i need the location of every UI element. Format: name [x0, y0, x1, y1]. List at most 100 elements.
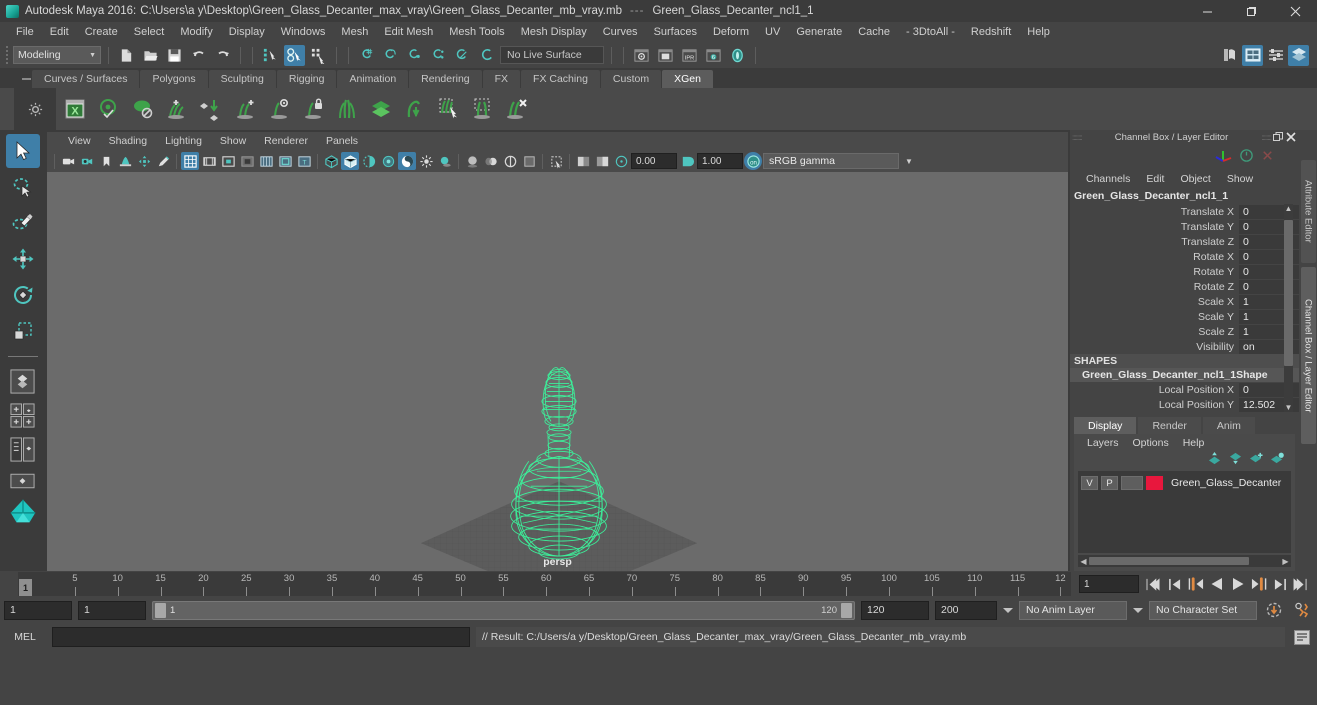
xgen-part-icon[interactable] [332, 94, 362, 124]
channel-row-translate-z[interactable]: Translate Z0 [1070, 234, 1299, 249]
menu-deform[interactable]: Deform [705, 24, 757, 40]
channel-box-menu-object[interactable]: Object [1172, 172, 1218, 186]
grease-pencil-icon[interactable] [154, 152, 172, 170]
go-to-start-icon[interactable] [1145, 575, 1162, 593]
menu-mesh-display[interactable]: Mesh Display [513, 24, 595, 40]
xray-panel-toggle-icon[interactable] [574, 152, 592, 170]
viewport-menu-panels[interactable]: Panels [317, 134, 367, 148]
outliner-persp-layout-icon[interactable] [7, 433, 39, 465]
menu-redshift[interactable]: Redshift [963, 24, 1019, 40]
scroll-down-arrow-icon[interactable]: ▼ [1284, 403, 1293, 412]
move-tool[interactable] [6, 242, 40, 276]
channel-row-local-position-y[interactable]: Local Position Y 12.502 [1070, 397, 1299, 412]
xgen-lock-icon[interactable] [298, 94, 328, 124]
xgen-preview-icon[interactable] [94, 94, 124, 124]
perspective-viewport[interactable]: y x z persp [47, 172, 1068, 571]
close-panel-icon[interactable] [1284, 131, 1297, 144]
channel-box-menu-edit[interactable]: Edit [1138, 172, 1172, 186]
range-start-handle[interactable] [155, 602, 166, 618]
live-surface-field[interactable]: No Live Surface [500, 46, 604, 64]
xgen-add-density-icon[interactable] [230, 94, 260, 124]
grid-toggle-icon[interactable] [181, 152, 199, 170]
menu-edit[interactable]: Edit [42, 24, 77, 40]
scroll-up-arrow-icon[interactable]: ▲ [1284, 204, 1293, 213]
color-management-icon[interactable]: on [744, 152, 762, 170]
safe-title-icon[interactable]: T [295, 152, 313, 170]
menu-windows[interactable]: Windows [273, 24, 334, 40]
auto-keyframe-icon[interactable] [1263, 601, 1285, 619]
save-scene-icon[interactable] [164, 45, 185, 66]
menu-create[interactable]: Create [77, 24, 126, 40]
anim-layer-chevron-down-icon[interactable] [1003, 607, 1013, 613]
current-time-indicator[interactable]: 1 [19, 579, 32, 596]
undock-panel-icon[interactable] [1271, 131, 1284, 144]
use-all-lights-icon[interactable] [417, 152, 435, 170]
redo-icon[interactable] [212, 45, 233, 66]
snap-to-point-icon[interactable] [404, 45, 425, 66]
tool-settings-toggle-icon[interactable] [1265, 45, 1286, 66]
play-backwards-icon[interactable] [1208, 575, 1225, 593]
menu-cache[interactable]: Cache [850, 24, 898, 40]
channel-row-visibility[interactable]: Visibility on [1070, 339, 1299, 354]
viewport-menu-shading[interactable]: Shading [100, 134, 157, 148]
current-frame-field[interactable]: 1 [1079, 575, 1139, 593]
xgen-place-guide-icon[interactable] [196, 94, 226, 124]
time-slider[interactable]: 1 5 10 15 20 25 30 35 40 45 50 55 60 65 70 75 80 85 90 95 1… [18, 572, 1071, 596]
layer-menu-options[interactable]: Options [1126, 436, 1176, 450]
menu-mesh[interactable]: Mesh [333, 24, 376, 40]
color-profile-chevron-down-icon[interactable]: ▼ [900, 152, 918, 170]
multisample-icon[interactable] [501, 152, 519, 170]
render-settings-icon[interactable]: 6 [703, 45, 724, 66]
camera-attributes-icon[interactable] [78, 152, 96, 170]
textured-icon[interactable] [398, 152, 416, 170]
layer-row[interactable]: V P Green_Glass_Decanter [1081, 475, 1288, 491]
anim-layer-dropdown[interactable]: No Anim Layer [1019, 600, 1127, 620]
menu-display[interactable]: Display [221, 24, 273, 40]
scrollbar-thumb[interactable] [1284, 220, 1293, 366]
menu-select[interactable]: Select [126, 24, 173, 40]
menu-surfaces[interactable]: Surfaces [646, 24, 705, 40]
shelf-tab-custom[interactable]: Custom [600, 70, 662, 88]
isolate-select-icon[interactable] [547, 152, 565, 170]
shelf-tab-curves-surfaces[interactable]: Curves / Surfaces [32, 70, 140, 88]
channel-row-rotate-x[interactable]: Rotate X0 [1070, 249, 1299, 264]
open-scene-icon[interactable] [140, 45, 161, 66]
panel-grip-left[interactable]: :::::::: [1072, 133, 1083, 142]
film-gate-icon[interactable] [200, 152, 218, 170]
layer-menu-layers[interactable]: Layers [1080, 436, 1126, 450]
resolution-gate-icon[interactable] [219, 152, 237, 170]
shadows-icon[interactable] [436, 152, 454, 170]
speed-manipulator-icon[interactable] [1239, 148, 1254, 166]
maximize-button[interactable] [1229, 0, 1273, 22]
animation-end-field[interactable]: 200 [935, 600, 997, 620]
channel-row-rotate-z[interactable]: Rotate Z0 [1070, 279, 1299, 294]
menu-curves[interactable]: Curves [595, 24, 646, 40]
layer-display-type-toggle[interactable] [1121, 476, 1143, 490]
h-scrollbar-thumb[interactable] [1089, 557, 1249, 565]
menu-help[interactable]: Help [1019, 24, 1058, 40]
render-view-icon[interactable] [631, 45, 652, 66]
manipulator-axis-icon[interactable] [1215, 148, 1233, 167]
tab-channel-box-layer-editor[interactable]: Channel Box / Layer Editor [1300, 266, 1316, 445]
shelf-tab-xgen[interactable]: XGen [662, 70, 713, 88]
new-scene-icon[interactable] [116, 45, 137, 66]
xgen-editor-icon[interactable]: X [60, 94, 90, 124]
menu-file[interactable]: File [8, 24, 42, 40]
step-back-frame-icon[interactable] [1187, 575, 1204, 593]
channel-row-scale-y[interactable]: Scale Y1 [1070, 309, 1299, 324]
select-by-hierarchy-icon[interactable] [260, 45, 281, 66]
exposure-icon[interactable] [612, 152, 630, 170]
shelf-tab-animation[interactable]: Animation [337, 70, 409, 88]
shelf-tab-rigging[interactable]: Rigging [276, 70, 337, 88]
shelf-tab-sculpting[interactable]: Sculpting [208, 70, 276, 88]
shaded-wireframe-icon[interactable] [360, 152, 378, 170]
layer-tab-render[interactable]: Render [1138, 417, 1201, 434]
undo-icon[interactable] [188, 45, 209, 66]
layer-list-horizontal-scrollbar[interactable]: ◀ ▶ [1078, 555, 1291, 567]
safe-action-icon[interactable] [276, 152, 294, 170]
channel-box-menu-channels[interactable]: Channels [1078, 172, 1138, 186]
script-language-label[interactable]: MEL [4, 631, 46, 643]
xgen-add-guides-icon[interactable] [162, 94, 192, 124]
gamma-field[interactable]: 1.00 [697, 153, 743, 169]
four-view-layout-icon[interactable] [7, 399, 39, 431]
